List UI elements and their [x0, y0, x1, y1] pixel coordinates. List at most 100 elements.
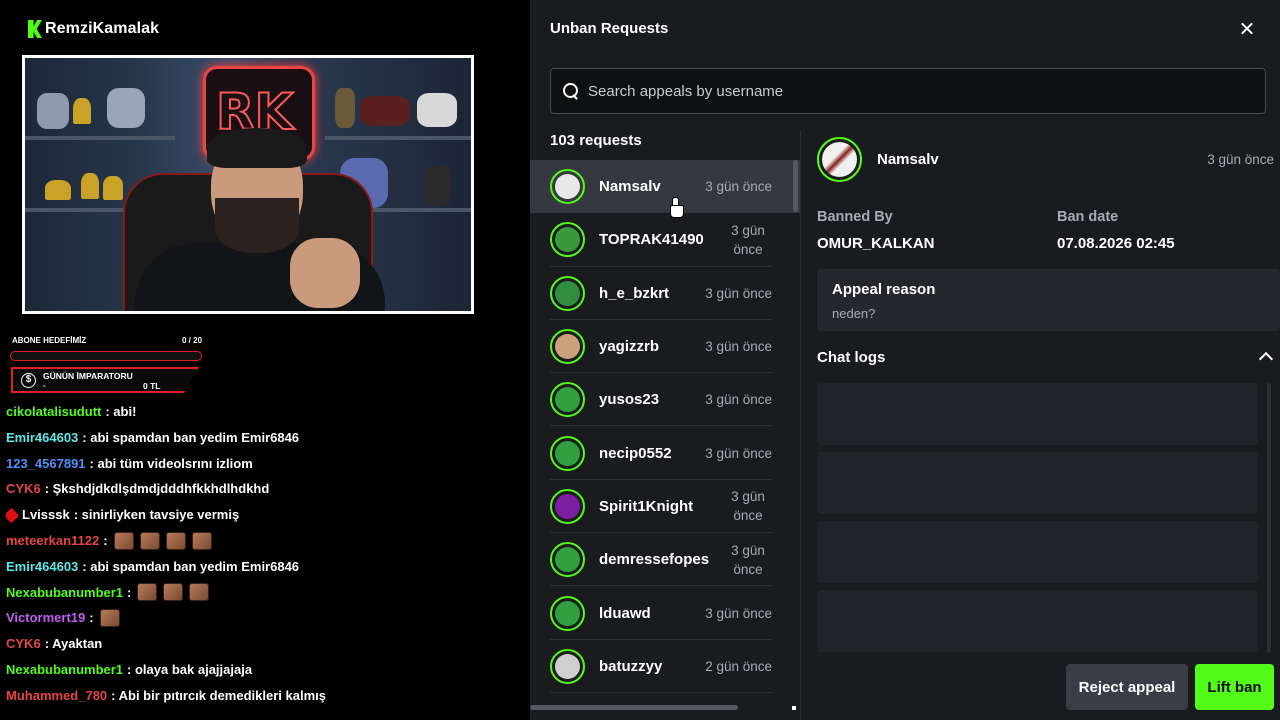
- emote-icon: [139, 531, 160, 550]
- appeal-reason-text: neden?: [832, 306, 876, 321]
- chat-message: Nexabubanumber1: olaya bak ajajjajaja: [6, 657, 526, 683]
- request-username: yagizzrb: [599, 338, 660, 356]
- request-username: necip0552: [599, 444, 672, 462]
- request-item[interactable]: h_e_bzkrt 3 gün önce: [530, 267, 800, 321]
- sub-goal-count: 0 / 20: [182, 336, 203, 345]
- emote-icon: [165, 531, 186, 550]
- search-icon: [562, 82, 580, 100]
- request-item[interactable]: yagizzrb 3 gün önce: [530, 320, 800, 374]
- user-avatar: [550, 222, 585, 258]
- request-item[interactable]: yusos23 3 gün önce: [530, 373, 800, 427]
- request-username: Spirit1Knight: [599, 497, 694, 515]
- request-item[interactable]: Spirit1Knight 3 gün önce: [530, 480, 800, 534]
- horizontal-scrollbar[interactable]: [530, 705, 738, 710]
- panel-title: Unban Requests: [550, 20, 669, 37]
- emote-icon: [113, 531, 134, 550]
- chat-logs-scrollbar[interactable]: [1267, 383, 1271, 653]
- stream-overlay: RemziKamalak RK ABONE HEDEFİMİZ 0 / 20 $…: [0, 0, 530, 720]
- request-username: h_e_bzkrt: [599, 284, 670, 302]
- chat-text: : Ayaktan: [44, 636, 103, 652]
- lift-ban-button[interactable]: Lift ban: [1195, 664, 1274, 710]
- close-icon[interactable]: [1236, 18, 1258, 40]
- chat-username[interactable]: CYK6: [6, 631, 41, 657]
- request-time: 3 gün önce: [731, 222, 765, 257]
- sub-goal-label: ABONE HEDEFİMİZ: [12, 336, 87, 345]
- request-username: TOPRAK41490: [599, 231, 704, 249]
- chat-text: :: [103, 532, 108, 548]
- request-time: 3 gün önce: [705, 445, 772, 461]
- request-list-scrollbar[interactable]: [793, 160, 798, 212]
- chat-username[interactable]: Emir464603: [6, 554, 78, 580]
- request-item[interactable]: necip0552 3 gün önce: [530, 426, 800, 481]
- appeal-reason-label: Appeal reason: [832, 281, 936, 298]
- chat-username[interactable]: 123_4567891: [6, 451, 86, 477]
- request-time: 3 gün önce: [705, 392, 772, 408]
- user-avatar: [550, 435, 585, 471]
- chat-username[interactable]: CYK6: [6, 476, 41, 502]
- chat-text: : olaya bak ajajjajaja: [127, 661, 253, 677]
- detail-username: Namsalv: [877, 151, 939, 168]
- chat-username[interactable]: meteerkan1122: [6, 528, 99, 554]
- chat-text: : Şkshdjdkdlşdmdjdddhfkkhdlhdkhd: [44, 481, 270, 497]
- chat-message: Emir464603: abi spamdan ban yedim Emir68…: [6, 425, 526, 451]
- chat-text: : Abi bir pıtırcık demedikleri kalmış: [111, 687, 326, 703]
- search-box[interactable]: [550, 68, 1266, 114]
- request-item[interactable]: TOPRAK41490 3 gün önce: [530, 213, 800, 267]
- chat-logs-label: Chat logs: [817, 349, 886, 366]
- chat-username[interactable]: Muhammed_780: [6, 683, 107, 709]
- channel-brand: RemziKamalak: [28, 20, 159, 38]
- chat-username[interactable]: Nexabubanumber1: [6, 580, 123, 606]
- dollar-coin-icon: $: [21, 373, 36, 388]
- user-avatar: [550, 595, 585, 631]
- heart-badge-icon: [6, 507, 20, 523]
- emote-icon: [191, 531, 212, 550]
- chat-username[interactable]: Lvisssk: [22, 502, 70, 528]
- emote-icon: [99, 609, 120, 628]
- unban-requests-panel: Unban Requests 103 requests Namsalv 3 gün…: [530, 0, 1280, 720]
- reject-appeal-button[interactable]: Reject appeal: [1066, 664, 1188, 710]
- webcam-feed: RK: [22, 55, 474, 314]
- chat-username[interactable]: Emir464603: [6, 425, 78, 451]
- request-time: 3 gün önce: [731, 542, 765, 577]
- chat-username[interactable]: Victormert19: [6, 605, 85, 631]
- user-avatar: [550, 382, 585, 418]
- chat-text: : abi spamdan ban yedim Emir6846: [82, 558, 300, 574]
- chat-log-placeholder: [817, 521, 1258, 583]
- request-item[interactable]: Namsalv 3 gün önce: [530, 160, 800, 214]
- user-avatar: [550, 329, 585, 365]
- ban-date-label: Ban date: [1057, 209, 1119, 225]
- emote-icon: [137, 583, 158, 602]
- chat-username[interactable]: Nexabubanumber1: [6, 657, 123, 683]
- chat-message: Emir464603: abi spamdan ban yedim Emir68…: [6, 554, 526, 580]
- banned-by-label: Banned By: [817, 209, 893, 225]
- request-item[interactable]: batuzzyy 2 gün önce: [530, 640, 800, 694]
- user-avatar: [550, 542, 585, 578]
- request-item[interactable]: lduawd 3 gün önce: [530, 586, 800, 640]
- request-item[interactable]: demressefopes 3 gün önce: [530, 533, 800, 587]
- top-donor-name: -: [43, 381, 46, 390]
- request-time: 3 gün önce: [705, 179, 772, 195]
- emote-icon: [163, 583, 184, 602]
- chat-text: : abi spamdan ban yedim Emir6846: [82, 429, 300, 445]
- request-time: 3 gün önce: [731, 489, 765, 524]
- channel-name: RemziKamalak: [45, 20, 160, 37]
- request-username: demressefopes: [599, 551, 710, 569]
- chat-text: : abi!: [105, 404, 137, 419]
- chat-log-placeholder: [817, 590, 1258, 652]
- user-avatar: [550, 275, 585, 311]
- stream-chat: cikolatalisudutt: abi! Emir464603: abi sp…: [6, 404, 526, 709]
- kick-logo-icon: [28, 20, 42, 38]
- user-avatar: [550, 648, 585, 684]
- top-donor-banner: $ GÜNÜN İMPARATORU - 0 TL: [11, 367, 199, 393]
- request-time: 3 gün önce: [705, 605, 772, 621]
- chevron-up-icon[interactable]: [1259, 350, 1273, 364]
- search-input[interactable]: [588, 82, 1228, 100]
- request-list: Namsalv 3 gün önce TOPRAK41490 3 gün önce h_…: [530, 160, 800, 710]
- request-username: yusos23: [599, 391, 660, 409]
- chat-text: : abi tüm videolsrını izliom: [89, 455, 253, 471]
- top-donor-title: GÜNÜN İMPARATORU: [43, 371, 133, 381]
- user-avatar: [550, 488, 585, 524]
- chat-message: Nexabubanumber1:: [6, 580, 526, 606]
- chat-username[interactable]: cikolatalisudutt: [6, 399, 101, 425]
- request-time: 3 gün önce: [705, 285, 772, 301]
